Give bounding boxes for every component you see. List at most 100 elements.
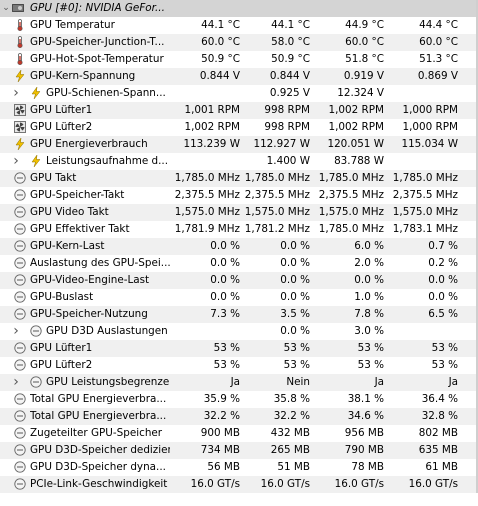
min-value: 1,781.2 MHz	[244, 223, 310, 235]
max-value: 1,575.0 MHz	[318, 206, 384, 218]
current-value: 1,781.9 MHz	[174, 223, 240, 235]
min-value: 44.1 °C	[271, 19, 310, 31]
sensor-row[interactable]: GPU-Speicher-Junction-T... 60.0 °C 58.0 °C…	[0, 34, 478, 51]
sensor-row[interactable]: › Leistungsaufnahme d... 1.400 W 83.788 W	[0, 153, 478, 170]
sensor-row[interactable]: › GPU D3D Auslastungen 0.0 % 3.0 %	[0, 323, 478, 340]
sensor-row[interactable]: Zugeteilter GPU-Speicher 900 MB 432 MB 956 …	[0, 425, 478, 442]
max-value: 7.8 %	[354, 308, 384, 320]
avg-value: 635 MB	[418, 444, 458, 456]
sensor-row[interactable]: GPU Lüfter1 1,001 RPM 998 RPM 1,002 RPM 1,00…	[0, 102, 478, 119]
min-value: 51 MB	[277, 461, 310, 473]
avg-value: 0.869 V	[417, 70, 458, 82]
sensor-row[interactable]: GPU Energieverbrauch 113.239 W 112.927 W 12…	[0, 136, 478, 153]
max-value: 6.0 %	[354, 240, 384, 252]
thermometer-icon	[14, 36, 26, 49]
sensor-label: GPU Lüfter2	[30, 121, 93, 133]
gauge-icon	[14, 291, 26, 303]
sensor-label: GPU-Schienen-Spann...	[46, 87, 166, 99]
max-value: 12.324 V	[337, 87, 384, 99]
gauge-icon	[14, 359, 26, 371]
max-value: 3.0 %	[354, 325, 384, 337]
lightning-icon	[30, 154, 42, 168]
gauge-icon	[30, 376, 42, 388]
sensor-row[interactable]: GPU D3D-Speicher dyna... 56 MB 51 MB 78 MB 6…	[0, 459, 478, 476]
gpu-group-title: GPU [#0]: NVIDIA GeFor...	[30, 2, 165, 14]
min-value: 32.2 %	[273, 410, 310, 422]
avg-value: Ja	[448, 376, 458, 388]
avg-value: 0.0 %	[428, 274, 458, 286]
current-value: 32.2 %	[203, 410, 240, 422]
gauge-icon	[14, 427, 26, 439]
gauge-icon	[14, 274, 26, 286]
min-value: 0.0 %	[280, 274, 310, 286]
gauge-icon	[14, 240, 26, 252]
current-value: 50.9 °C	[201, 53, 240, 65]
sensor-row[interactable]: GPU-Speicher-Nutzung 7.3 % 3.5 % 7.8 % 6.5 %	[0, 306, 478, 323]
max-value: 2.0 %	[354, 257, 384, 269]
sensor-label: Total GPU Energieverbra...	[30, 393, 167, 405]
current-value: 1,785.0 MHz	[174, 172, 240, 184]
sensor-row[interactable]: GPU-Hot-Spot-Temperatur 50.9 °C 50.9 °C 51.…	[0, 51, 478, 68]
sensor-row[interactable]: GPU Lüfter2 1,002 RPM 998 RPM 1,002 RPM 1,00…	[0, 119, 478, 136]
max-value: 120.051 W	[327, 138, 384, 150]
avg-value: 32.8 %	[421, 410, 458, 422]
sensor-row[interactable]: GPU Lüfter1 53 % 53 % 53 % 53 %	[0, 340, 478, 357]
min-value: 16.0 GT/s	[260, 478, 310, 490]
current-value: 113.239 W	[183, 138, 240, 150]
gauge-icon	[14, 342, 26, 354]
chevron-right-icon[interactable]: ›	[12, 374, 20, 391]
sensor-row[interactable]: Auslastung des GPU-Spei... 0.0 % 0.0 % 2.0 …	[0, 255, 478, 272]
chevron-right-icon[interactable]: ›	[12, 153, 20, 170]
lightning-icon	[30, 86, 42, 100]
sensor-row[interactable]: PCIe-Link-Geschwindigkeit 16.0 GT/s 16.0 G…	[0, 476, 478, 493]
sensor-row[interactable]: GPU-Buslast 0.0 % 0.0 % 1.0 % 0.0 %	[0, 289, 478, 306]
sensor-row[interactable]: Total GPU Energieverbra... 35.9 % 35.8 % 38…	[0, 391, 478, 408]
chevron-down-icon[interactable]: ⌄	[2, 0, 10, 17]
sensor-row[interactable]: GPU Video Takt 1,575.0 MHz 1,575.0 MHz 1,57…	[0, 204, 478, 221]
avg-value: 16.0 GT/s	[408, 478, 458, 490]
avg-value: 6.5 %	[428, 308, 458, 320]
sensor-row[interactable]: GPU Effektiver Takt 1,781.9 MHz 1,781.2 MH…	[0, 221, 478, 238]
max-value: Ja	[374, 376, 384, 388]
min-value: 998 RPM	[264, 104, 310, 116]
gpu-group-header[interactable]: ⌄ GPU [#0]: NVIDIA GeFor...	[0, 0, 478, 17]
chevron-right-icon[interactable]: ›	[12, 85, 20, 102]
current-value: Ja	[230, 376, 240, 388]
max-value: 44.9 °C	[345, 19, 384, 31]
max-value: 16.0 GT/s	[334, 478, 384, 490]
current-value: 53 %	[213, 342, 240, 354]
sensor-row[interactable]: GPU-Kern-Last 0.0 % 0.0 % 6.0 % 0.7 %	[0, 238, 478, 255]
min-value: 112.927 W	[253, 138, 310, 150]
gauge-icon	[14, 478, 26, 490]
avg-value: 53 %	[431, 342, 458, 354]
max-value: 38.1 %	[347, 393, 384, 405]
sensor-panel: ⌄ GPU [#0]: NVIDIA GeFor... GPU Temperat…	[0, 0, 478, 506]
max-value: 790 MB	[344, 444, 384, 456]
clock-icon	[14, 189, 26, 201]
avg-value: 1,000 RPM	[402, 104, 459, 116]
avg-value: 0.2 %	[428, 257, 458, 269]
sensor-row[interactable]: GPU Lüfter2 53 % 53 % 53 % 53 %	[0, 357, 478, 374]
sensor-row[interactable]: GPU-Speicher-Takt 2,375.5 MHz 2,375.5 MHz 2…	[0, 187, 478, 204]
sensor-row[interactable]: GPU-Kern-Spannung 0.844 V 0.844 V 0.919 V 0.…	[0, 68, 478, 85]
sensor-row[interactable]: Total GPU Energieverbra... 32.2 % 32.2 % 34…	[0, 408, 478, 425]
sensor-row[interactable]: › GPU-Schienen-Spann... 0.925 V 12.324 V	[0, 85, 478, 102]
sensor-row[interactable]: GPU Temperatur 44.1 °C 44.1 °C 44.9 °C 44.4 …	[0, 17, 478, 34]
sensor-label: GPU Lüfter1	[30, 104, 93, 116]
avg-value: 36.4 %	[421, 393, 458, 405]
current-value: 0.844 V	[199, 70, 240, 82]
sensor-row[interactable]: GPU-Video-Engine-Last 0.0 % 0.0 % 0.0 % 0.0 …	[0, 272, 478, 289]
chevron-right-icon[interactable]: ›	[12, 323, 20, 340]
gauge-icon	[14, 444, 26, 456]
max-value: 53 %	[357, 359, 384, 371]
avg-value: 0.7 %	[428, 240, 458, 252]
sensor-row[interactable]: GPU D3D-Speicher dediziert 734 MB 265 MB 79…	[0, 442, 478, 459]
clock-icon	[14, 172, 26, 184]
min-value: 0.0 %	[280, 257, 310, 269]
sensor-row[interactable]: GPU Takt 1,785.0 MHz 1,785.0 MHz 1,785.0 MH…	[0, 170, 478, 187]
max-value: 1,785.0 MHz	[318, 172, 384, 184]
avg-value: 61 MB	[425, 461, 458, 473]
sensor-row[interactable]: › GPU Leistungsbegrenzer Ja Nein Ja Ja	[0, 374, 478, 391]
min-value: 0.0 %	[280, 291, 310, 303]
sensor-label: Zugeteilter GPU-Speicher	[30, 427, 163, 439]
